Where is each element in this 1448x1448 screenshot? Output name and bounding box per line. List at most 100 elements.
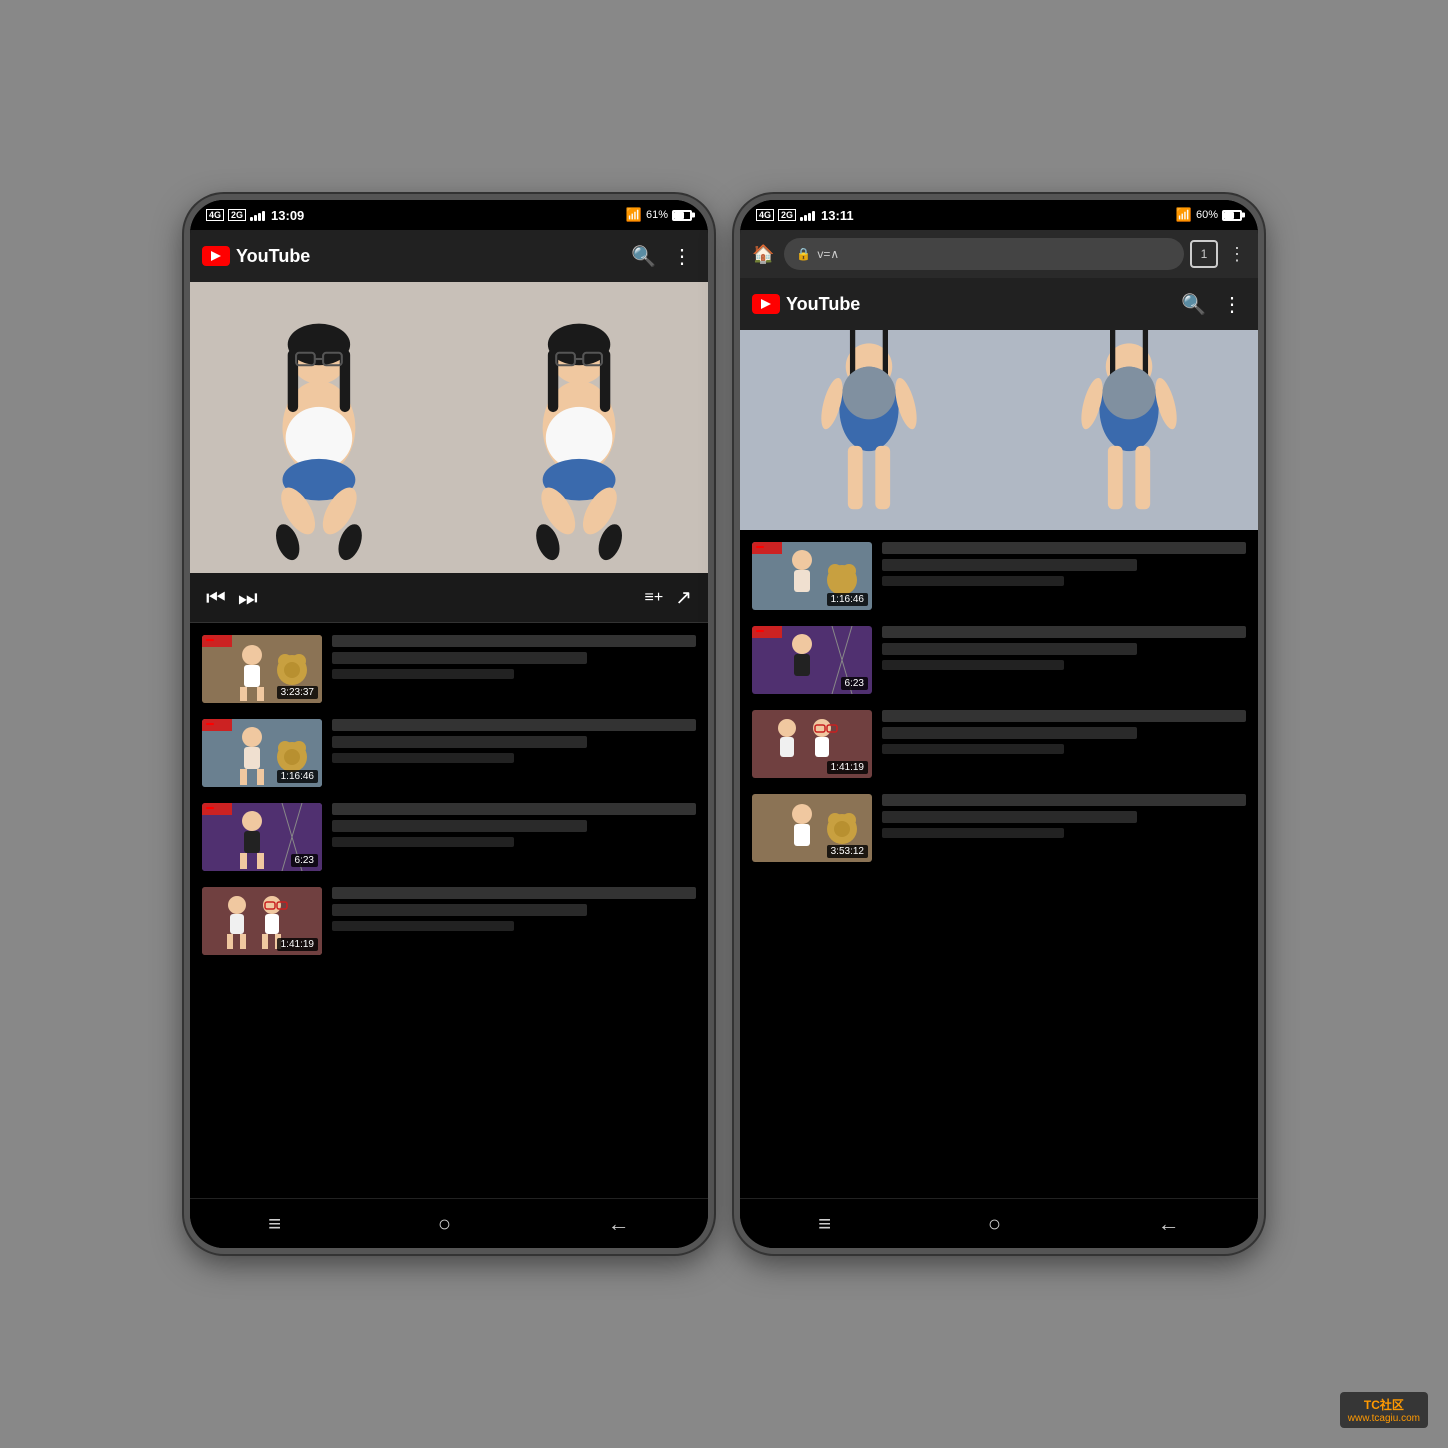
battery-icon-1 <box>672 210 692 221</box>
signal-4g-2: 4G <box>756 209 774 221</box>
video-meta-1-3 <box>332 837 514 847</box>
next-btn-1[interactable]: ⏭ <box>238 585 258 611</box>
duration-1-2: 1:16:46 <box>277 770 318 783</box>
battery-fill-2 <box>1224 212 1234 219</box>
nav-bar-1: ≡ ○ ← <box>190 1198 708 1248</box>
status-time-2: 13:11 <box>821 208 854 223</box>
video-subtitle-1-2 <box>332 736 587 748</box>
signal-2g-2: 2G <box>778 209 796 221</box>
nav-back-1[interactable]: ← <box>588 1203 650 1245</box>
video-list-1[interactable]: 3:23:37 <box>190 623 708 1198</box>
signal-bar-3 <box>258 213 261 221</box>
video-content-1 <box>190 282 708 573</box>
signal-bar-2-3 <box>808 213 811 221</box>
video-thumb-2-1: 1:16:46 <box>752 542 872 610</box>
nav-home-1[interactable]: ○ <box>418 1203 471 1245</box>
nav-menu-2[interactable]: ≡ <box>798 1203 851 1245</box>
video-meta-2-4 <box>882 828 1064 838</box>
live-badge-2-2 <box>756 630 764 632</box>
duration-1-3: 6:23 <box>291 854 318 867</box>
video-title-2-4 <box>882 794 1246 806</box>
nav-menu-1[interactable]: ≡ <box>248 1203 301 1245</box>
signal-bar-2 <box>254 215 257 221</box>
browser-url-bar-2[interactable]: 🔒 v=∧ <box>784 238 1184 270</box>
video-info-2-4 <box>882 794 1246 838</box>
video-info-1-2 <box>332 719 696 763</box>
video-item-1-3[interactable]: 6:23 <box>190 795 708 879</box>
video-item-2-2[interactable]: 6:23 <box>740 618 1258 702</box>
duration-1-4: 1:41:19 <box>277 938 318 951</box>
browser-url-text-2: v=∧ <box>817 247 1172 261</box>
signal-bars-1 <box>250 209 265 221</box>
video-item-1-2[interactable]: 1:16:46 <box>190 711 708 795</box>
prev-btn-1[interactable]: ⏮ <box>206 585 226 611</box>
status-bar-2: 4G 2G 13:11 📶 60% <box>740 200 1258 230</box>
nav-home-2[interactable]: ○ <box>968 1203 1021 1245</box>
video-item-1-4[interactable]: 1:41:19 <box>190 879 708 963</box>
video-subtitle-2-1 <box>882 559 1137 571</box>
phone-2-frame: 4G 2G 13:11 📶 60% <box>734 194 1264 1254</box>
video-thumb-1-3: 6:23 <box>202 803 322 871</box>
signal-4g-1: 4G <box>206 209 224 221</box>
nav-back-2[interactable]: ← <box>1138 1203 1200 1245</box>
video-list-2[interactable]: 1:16:46 <box>740 530 1258 1198</box>
video-title-2-2 <box>882 626 1246 638</box>
yt-logo-2: YouTube <box>752 294 1177 315</box>
nav-bar-2: ≡ ○ ← <box>740 1198 1258 1248</box>
phone-2: 4G 2G 13:11 📶 60% <box>734 194 1264 1254</box>
status-right-1: 📶 61% <box>626 207 692 223</box>
phone-2-screen: 4G 2G 13:11 📶 60% <box>740 200 1258 1248</box>
video-thumbnail-1 <box>190 282 708 573</box>
share-btn-1[interactable]: ↗ <box>675 585 692 610</box>
yt-title-2: YouTube <box>786 294 860 315</box>
signal-bar-2-2 <box>804 215 807 221</box>
duration-2-3: 1:41:19 <box>827 761 868 774</box>
signal-bar-2-1 <box>800 217 803 221</box>
video-info-2-2 <box>882 626 1246 670</box>
duration-1-1: 3:23:37 <box>277 686 318 699</box>
video-thumb-1-4: 1:41:19 <box>202 887 322 955</box>
duration-2-4: 3:53:12 <box>827 845 868 858</box>
video-meta-1-2 <box>332 753 514 763</box>
battery-fill-1 <box>674 212 684 219</box>
browser-more-btn-2[interactable]: ⋮ <box>1224 240 1250 269</box>
yt-header-icons-1: 🔍 ⋮ <box>627 240 696 273</box>
video-item-2-1[interactable]: 1:16:46 <box>740 534 1258 618</box>
signal-bar-4 <box>262 211 265 221</box>
signal-bar-1 <box>250 217 253 221</box>
video-thumb-1-2: 1:16:46 <box>202 719 322 787</box>
video-item-2-4[interactable]: 3:53:12 <box>740 786 1258 870</box>
video-player-2[interactable] <box>740 330 1258 530</box>
video-meta-2-2 <box>882 660 1064 670</box>
video-item-1-1[interactable]: 3:23:37 <box>190 627 708 711</box>
more-icon-2[interactable]: ⋮ <box>1218 288 1246 321</box>
status-bar-1: 4G 2G 13:09 📶 61% <box>190 200 708 230</box>
more-icon-1[interactable]: ⋮ <box>668 240 696 273</box>
video-meta-1-1 <box>332 669 514 679</box>
browser-tab-btn-2[interactable]: 1 <box>1190 240 1218 268</box>
video-title-1-2 <box>332 719 696 731</box>
watermark-label: TC社区 <box>1364 1396 1404 1413</box>
video-info-1-3 <box>332 803 696 847</box>
signal-bar-2-4 <box>812 211 815 221</box>
browser-home-btn-2[interactable]: 🏠 <box>748 240 778 269</box>
search-icon-1[interactable]: 🔍 <box>627 240 660 273</box>
battery-icon-2 <box>1222 210 1242 221</box>
video-item-2-3[interactable]: 1:41:19 <box>740 702 1258 786</box>
watermark-site: www.tcagiu.com <box>1348 1413 1420 1424</box>
search-icon-2[interactable]: 🔍 <box>1177 288 1210 321</box>
video-content-2 <box>740 330 1258 530</box>
wifi-icon-2: 📶 <box>1176 207 1192 223</box>
playlist-btn-1[interactable]: ≡+ <box>645 589 664 607</box>
video-subtitle-1-3 <box>332 820 587 832</box>
video-subtitle-1-4 <box>332 904 587 916</box>
video-info-1-1 <box>332 635 696 679</box>
video-subtitle-2-4 <box>882 811 1137 823</box>
video-subtitle-2-2 <box>882 643 1137 655</box>
yt-icon-2 <box>752 294 780 314</box>
video-title-1-1 <box>332 635 696 647</box>
duration-2-2: 6:23 <box>841 677 868 690</box>
duration-2-1: 1:16:46 <box>827 593 868 606</box>
yt-icon-1 <box>202 246 230 266</box>
video-player-1[interactable] <box>190 282 708 573</box>
